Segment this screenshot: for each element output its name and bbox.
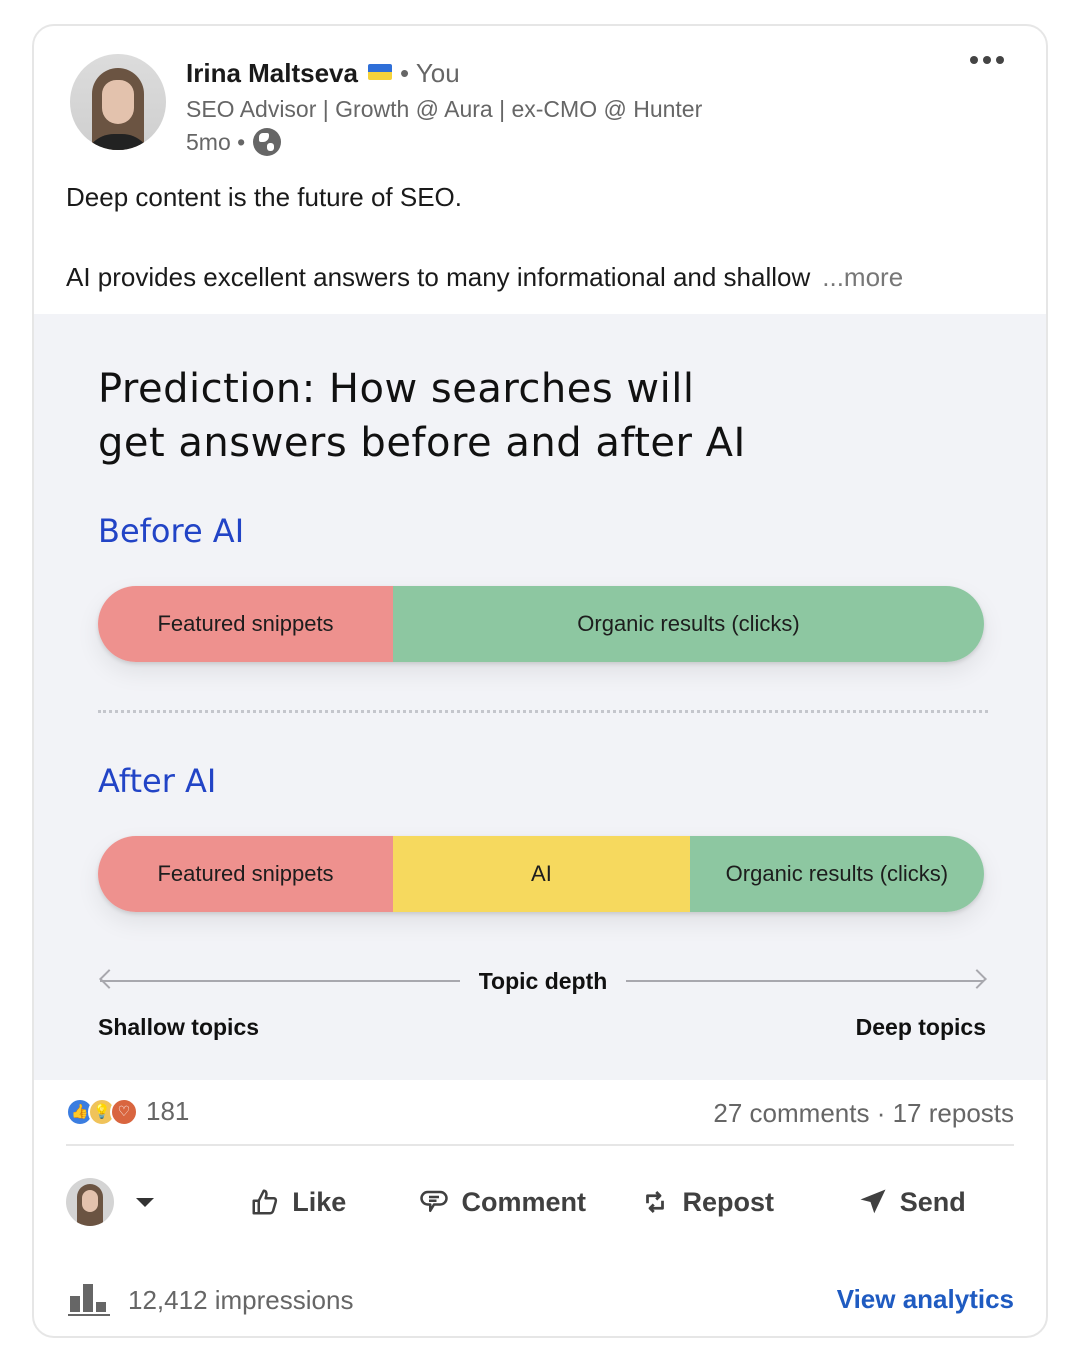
more-dot [996,56,1004,64]
see-more-link[interactable]: ...more [822,262,903,292]
post-text-excerpt: AI provides excellent answers to many in… [66,262,811,292]
like-label: Like [292,1186,347,1217]
after-segment-organic: Organic results (clicks) [689,836,984,912]
reactions-summary[interactable]: 👍 💡 ♡ 181 [66,1096,189,1127]
ukraine-flag-icon [367,64,392,80]
actor-avatar [66,1178,114,1226]
figure-title-line-1: Prediction: How searches will [98,366,695,412]
after-ai-bar: Featured snippets AI Organic results (clic… [98,836,984,912]
after-segment-featured: Featured snippets [98,836,394,912]
avatar-face [82,1190,98,1212]
post-card: Irina Maltseva • You SEO Advisor | Growth… [32,24,1048,1338]
more-horizontal-icon [970,56,978,64]
shallow-topics-label: Shallow topics [98,1014,260,1040]
before-segment-label: Featured snippets [157,611,334,636]
author-relation: • You [399,58,460,88]
send-label: Send [899,1186,966,1217]
before-segment-featured: Featured snippets [98,586,394,662]
before-ai-bar: Featured snippets Organic results (clicks… [98,586,984,662]
author-avatar[interactable] [70,54,166,150]
counts-separator: · [869,1098,893,1128]
author-name-row[interactable]: Irina Maltseva • You [186,58,460,89]
post-meta: 5mo • [186,128,282,156]
comment-icon [420,1190,449,1212]
after-segment-ai: AI [393,836,690,912]
before-segment-label: Organic results (clicks) [577,611,800,636]
analytics-bars-icon [68,1284,110,1316]
repost-icon [646,1191,665,1213]
author-name[interactable]: Irina Maltseva [186,58,358,88]
author-headline: SEO Advisor | Growth @ Aura | ex-CMO @ H… [186,96,703,122]
after-segment-label: AI [531,861,552,886]
caret-down-icon [136,1197,154,1207]
repost-label: Repost [682,1186,774,1217]
post-time[interactable]: 5mo • [186,129,245,156]
after-segment-label: Organic results (clicks) [725,861,949,886]
comment-label: Comment [461,1186,586,1217]
like-button[interactable]: Like [196,1187,401,1218]
send-button[interactable]: Send [810,1187,1015,1218]
impressions: 12,412 impressions [68,1284,353,1316]
before-ai-label: Before AI [98,512,245,550]
reposts-count[interactable]: 17 reposts [893,1098,1014,1128]
actor-switcher[interactable] [66,1178,196,1226]
topic-depth-axis: Topic depth [98,964,988,998]
post-text-line-2: AI provides excellent answers to many in… [66,262,1006,293]
axis-line-right [626,980,984,982]
engagement-counts: 27 comments · 17 reposts [713,1098,1014,1129]
repost-button[interactable]: Repost [605,1187,810,1218]
send-icon [860,1189,886,1214]
impressions-count: 12,412 impressions [128,1284,354,1315]
figure-title: Prediction: How searches will get answer… [98,362,746,470]
action-bar: Like Comment Repost Send [66,1174,1014,1230]
post-text-line-1: Deep content is the future of SEO. [66,182,463,212]
reaction-count[interactable]: 181 [146,1096,189,1127]
figure-title-line-2: get answers before and after AI [98,420,746,466]
deep-topics-label: Deep topics [855,1014,986,1040]
after-segment-label: Featured snippets [157,861,334,886]
more-options-button[interactable] [970,56,1004,64]
post-image[interactable]: Prediction: How searches will get answer… [34,314,1046,1080]
avatar-face [102,80,134,124]
after-ai-label: After AI [98,762,217,800]
comment-button[interactable]: Comment [401,1187,606,1218]
more-dot [983,56,991,64]
divider [66,1144,1014,1146]
comments-count[interactable]: 27 comments [713,1098,869,1128]
dotted-divider [98,710,988,713]
globe-icon [253,128,282,156]
thumbs-up-icon [252,1189,278,1215]
view-analytics-link[interactable]: View analytics [837,1284,1014,1315]
love-reaction-icon: ♡ [110,1097,138,1126]
before-segment-organic: Organic results (clicks) [393,586,984,662]
